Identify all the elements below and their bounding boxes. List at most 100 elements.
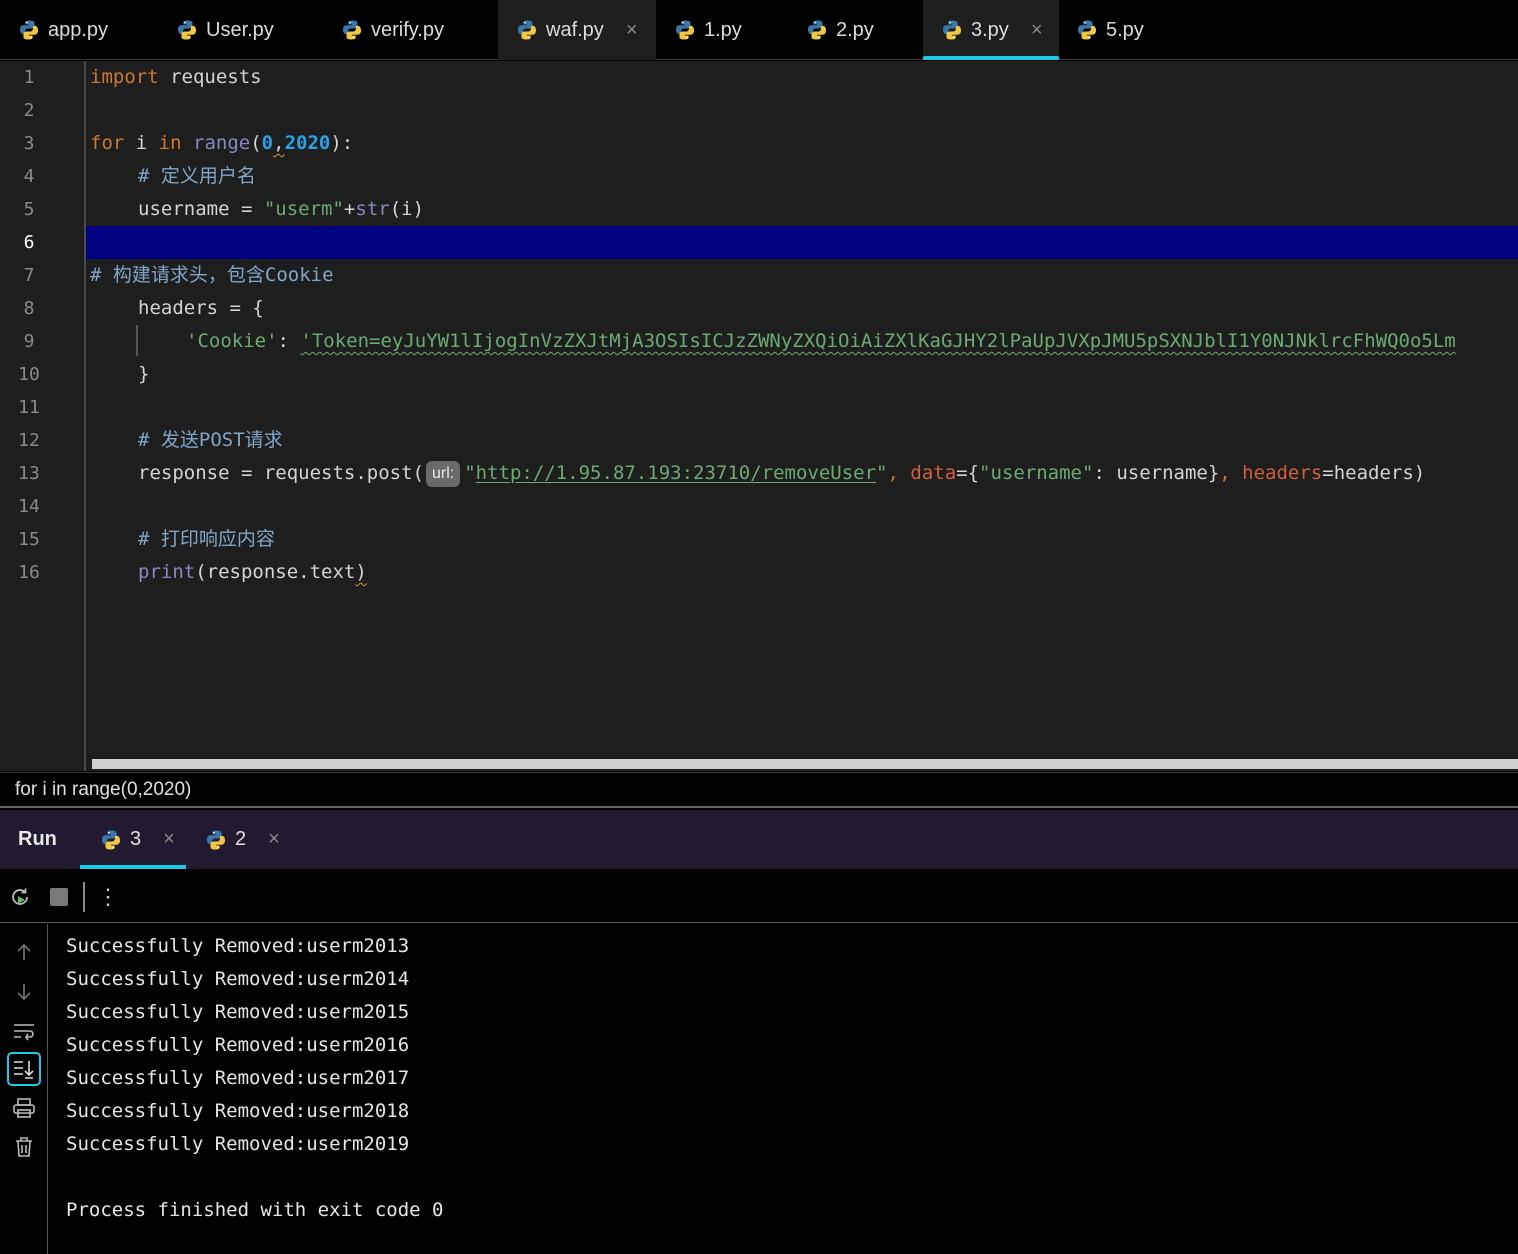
more-icon[interactable]: ⋮	[93, 882, 123, 912]
string-token: "	[876, 462, 888, 484]
run-tab-label: 2	[235, 828, 247, 850]
code-token: (response.text	[195, 561, 356, 583]
tab-app-py[interactable]: app.py	[18, 0, 108, 60]
keyword-token: for	[90, 132, 125, 154]
process-exit-message: Process finished with exit code 0	[66, 1199, 444, 1221]
close-icon[interactable]: ×	[1031, 19, 1043, 42]
print-icon[interactable]	[7, 1091, 41, 1125]
code-line-5: username = "userm"+str(i)	[138, 193, 424, 226]
tab-label: app.py	[48, 18, 109, 41]
active-tab-indicator	[923, 56, 1059, 60]
line-number: 1	[23, 67, 35, 88]
run-side-toolbar	[0, 924, 48, 1254]
line-number: 14	[18, 496, 40, 517]
code-token: (	[250, 132, 262, 154]
line-number: 9	[23, 331, 35, 352]
console-line: Successfully Removed:userm2014	[66, 968, 410, 990]
run-title: Run	[18, 828, 57, 850]
code-editor[interactable]: 1 2 3 4 5 6 7 8 9 10 11 12 13 14 15 16 i…	[0, 61, 1518, 771]
trash-icon[interactable]	[7, 1130, 41, 1164]
tab-verify-py[interactable]: verify.py	[341, 0, 444, 60]
code-token: : username}	[1093, 462, 1220, 484]
python-icon	[1078, 20, 1096, 40]
python-icon	[20, 20, 38, 40]
line-number: 7	[23, 265, 35, 286]
close-icon[interactable]: ×	[268, 828, 280, 851]
string-token: "	[464, 462, 476, 484]
number-token: 2020	[284, 132, 331, 154]
code-line-13: response = requests.post(url: "http://1.9…	[138, 457, 1425, 490]
python-icon	[102, 830, 120, 849]
code-token: response = requests.post(	[138, 462, 424, 484]
python-icon	[518, 20, 536, 40]
arrow-up-icon[interactable]	[7, 935, 41, 969]
code-line-7: # 构建请求头，包含Cookie	[90, 264, 334, 286]
tab-user-py[interactable]: User.py	[176, 0, 274, 60]
code-token: ,	[1219, 462, 1243, 484]
code-token: (i)	[389, 198, 425, 220]
tab-3-py[interactable]: 3.py ×	[923, 0, 1059, 60]
python-icon	[207, 830, 225, 849]
code-line-1: import requests	[90, 61, 262, 94]
url-link[interactable]: http://1.95.87.193:23710/removeUser	[476, 462, 876, 484]
line-number: 16	[18, 562, 40, 583]
run-tab-label: 3	[130, 828, 142, 850]
horizontal-scrollbar[interactable]	[92, 759, 1518, 769]
line-number: 2	[23, 100, 35, 121]
close-icon[interactable]: ×	[626, 19, 638, 42]
python-icon	[808, 20, 826, 40]
scroll-to-end-icon[interactable]	[7, 1052, 41, 1086]
tab-label: verify.py	[371, 18, 444, 41]
line-number: 3	[23, 133, 35, 154]
code-line-4: # 定义用户名	[138, 165, 256, 187]
builtin-token: str	[355, 198, 390, 220]
run-tab-3[interactable]: 3 ×	[80, 810, 186, 869]
tab-5-py[interactable]: 5.py	[1076, 0, 1144, 60]
code-token: requests	[158, 66, 262, 88]
keyword-token: import	[90, 66, 159, 88]
run-tab-2[interactable]: 2 ×	[205, 810, 280, 869]
kwarg-token: headers	[1242, 462, 1323, 484]
console-output[interactable]: Successfully Removed:userm2013 Successfu…	[66, 924, 1518, 1254]
tab-label: User.py	[206, 18, 274, 41]
tab-waf-py[interactable]: waf.py ×	[498, 0, 656, 60]
token-string: 'Token=eyJuYW1lIjogInVzZXJtMjA3OSIsICJzZ…	[300, 330, 1456, 352]
code-token: =headers)	[1322, 462, 1426, 484]
code-token: +	[343, 198, 356, 220]
python-icon	[676, 20, 694, 40]
code-token: ,	[887, 462, 911, 484]
current-line-highlight	[0, 226, 1518, 259]
run-toolbar: ⋮	[0, 870, 1518, 923]
python-icon	[943, 20, 961, 40]
code-token: i	[124, 132, 159, 154]
line-number: 11	[18, 397, 40, 418]
line-number: 13	[18, 463, 40, 484]
soft-wrap-icon[interactable]	[7, 1014, 41, 1048]
code-token: ={	[956, 462, 980, 484]
console-line: Successfully Removed:userm2016	[66, 1034, 410, 1056]
code-token: ):	[330, 132, 354, 154]
tab-label: 2.py	[836, 18, 874, 41]
string-token: 'Cookie'	[186, 330, 278, 352]
tab-1-py[interactable]: 1.py	[674, 0, 742, 60]
tab-label: 5.py	[1106, 18, 1144, 41]
line-number: 10	[18, 364, 40, 385]
line-number: 15	[18, 529, 40, 550]
line-number-gutter[interactable]: 1 2 3 4 5 6 7 8 9 10 11 12 13 14 15 16	[0, 61, 86, 771]
run-panel-header: Run 3 × 2 ×	[0, 810, 1518, 869]
arrow-down-icon[interactable]	[7, 975, 41, 1009]
rerun-icon[interactable]	[5, 882, 35, 912]
string-token: "username"	[979, 462, 1094, 484]
tab-label: 1.py	[704, 18, 742, 41]
code-line-16: print(response.text)	[138, 556, 367, 589]
close-icon[interactable]: ×	[163, 828, 175, 851]
tab-2-py[interactable]: 2.py	[806, 0, 874, 60]
number-token: 0	[261, 132, 274, 154]
breadcrumb[interactable]: for i in range(0,2020)	[0, 772, 1518, 808]
console-line: Successfully Removed:userm2013	[66, 935, 410, 957]
python-icon	[178, 20, 196, 40]
stop-icon[interactable]	[44, 882, 74, 912]
code-line-15: # 打印响应内容	[138, 528, 275, 550]
console-line: Successfully Removed:userm2017	[66, 1067, 410, 1089]
code-token: :	[277, 330, 301, 352]
